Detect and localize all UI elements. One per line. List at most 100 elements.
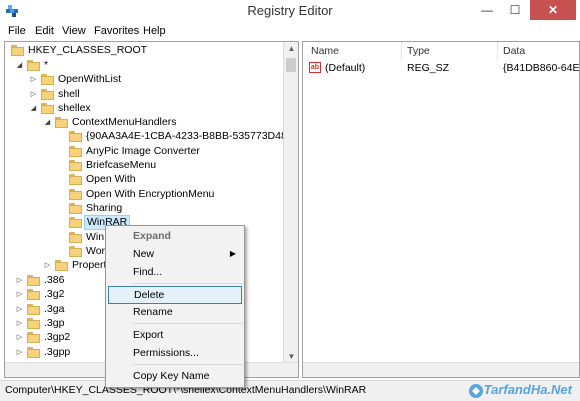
maximize-button[interactable]: ☐ [502,0,528,20]
folder-icon [27,289,40,300]
tree-node-label: Open With [86,173,136,185]
close-button[interactable]: ✕ [530,0,576,20]
context-menu-copy-key-name[interactable]: Copy Key Name [108,368,242,386]
column-header-type[interactable]: Type [407,45,430,57]
column-divider[interactable] [401,42,402,60]
tree-node-label: .386 [44,274,65,286]
watermark-logo-icon [469,384,483,398]
folder-open-icon [27,60,40,71]
tree-node-label: .3ga [44,303,65,315]
context-menu: Expand New ▶ Find... Delete Rename Export… [105,225,245,388]
context-menu-rename[interactable]: Rename [108,304,242,322]
menu-help[interactable]: Help [143,25,166,37]
scrollbar-thumb[interactable] [286,58,296,72]
tree-node-label: BriefcaseMenu [86,159,157,171]
tree-node-label: Wor [86,245,106,257]
tree-node-label: HKEY_CLASSES_ROOT [28,44,148,56]
collapsed-arrow-icon[interactable]: ▷ [29,87,38,102]
column-header-name[interactable]: Name [311,45,339,57]
tree-node-label: Propert [72,259,107,271]
submenu-arrow-icon: ▶ [229,249,236,258]
column-header-data[interactable]: Data [503,45,525,57]
folder-icon [41,74,54,85]
menu-file[interactable]: File [8,25,26,37]
tree-node-label: shellex [58,102,91,114]
menu-favorites[interactable]: Favorites [94,25,139,37]
folder-icon [27,332,40,343]
expanded-arrow-icon[interactable]: ◢ [43,115,52,130]
folder-icon [69,131,82,142]
folder-icon [69,174,82,185]
tree-node-label: OpenWithList [58,73,122,85]
context-menu-export[interactable]: Export [108,327,242,345]
value-name[interactable]: (Default) [325,62,365,74]
menu-separator [133,283,243,284]
values-list-pane[interactable]: Name Type Data ab (Default) REG_SZ {B41D… [302,41,580,378]
value-type[interactable]: REG_SZ [407,62,449,74]
folder-icon [41,89,54,100]
collapsed-arrow-icon[interactable]: ▷ [43,258,52,273]
folder-icon [69,189,82,200]
menu-item-label: New [133,248,155,260]
watermark-text: TarfandHa.Net [483,382,572,397]
menu-separator [133,323,243,324]
tree-node-label: .3gp2 [44,331,71,343]
tree-node-label: Open With EncryptionMenu [86,188,215,200]
folder-icon [69,146,82,157]
title-bar: Registry Editor — ☐ ✕ [0,0,580,23]
collapsed-arrow-icon[interactable]: ▷ [15,316,24,331]
scroll-up-arrow-icon[interactable]: ▲ [284,42,298,56]
context-menu-new[interactable]: New ▶ [108,246,242,264]
menu-edit[interactable]: Edit [35,25,54,37]
tree-vertical-scrollbar[interactable]: ▲ ▼ [283,42,298,364]
menu-item-label: Export [133,329,164,341]
folder-icon [27,318,40,329]
folder-icon [55,260,68,271]
folder-icon [69,160,82,171]
folder-open-icon [55,117,68,128]
folder-icon [27,304,40,315]
tree-node-label: ContextMenuHandlers [72,116,177,128]
folder-icon [69,217,82,228]
list-horizontal-scrollbar[interactable] [303,362,579,377]
expanded-arrow-icon[interactable]: ◢ [15,58,24,73]
collapsed-arrow-icon[interactable]: ▷ [15,345,24,360]
collapsed-arrow-icon[interactable]: ▷ [15,287,24,302]
tree-node-label: shell [58,88,80,100]
collapsed-arrow-icon[interactable]: ▷ [15,273,24,288]
menu-item-label: Copy Key Name [133,370,210,382]
menu-item-label: Permissions... [133,347,199,359]
context-menu-expand[interactable]: Expand [108,228,242,246]
folder-icon [27,275,40,286]
minimize-button[interactable]: — [474,0,500,20]
folder-open-icon [41,103,54,114]
context-menu-permissions[interactable]: Permissions... [108,345,242,363]
folder-icon [27,347,40,358]
collapsed-arrow-icon[interactable]: ▷ [29,72,38,87]
context-menu-find[interactable]: Find... [108,264,242,282]
context-menu-delete[interactable]: Delete [108,286,242,304]
collapsed-arrow-icon[interactable]: ▷ [15,302,24,317]
tree-node-label: .3gpp [44,346,71,358]
tree-node-label: AnyPic Image Converter [86,145,200,157]
menu-separator [133,364,243,365]
menu-bar: File Edit View Favorites Help [0,23,580,41]
tree-node-label: .3gp [44,317,65,329]
collapsed-arrow-icon[interactable]: ▷ [15,330,24,345]
string-value-icon: ab [309,62,321,73]
tree-node-label: {90AA3A4E-1CBA-4233-B8BB-535773D48449} [86,130,299,142]
value-data[interactable]: {B41DB860-64E4- [503,62,579,74]
folder-icon [69,232,82,243]
status-bar: Computer\HKEY_CLASSES_ROOT\*\shellex\Con… [0,380,580,401]
tree-node-label: Win [86,231,105,243]
expanded-arrow-icon[interactable]: ◢ [29,101,38,116]
menu-item-label: Expand [133,230,171,242]
folder-icon [69,246,82,257]
menu-item-label: Delete [134,289,165,301]
menu-view[interactable]: View [62,25,86,37]
column-divider[interactable] [497,42,498,60]
tree-node-label: Sharing [86,202,123,214]
tree-node-label: * [44,59,49,71]
folder-icon [69,203,82,214]
folder-open-icon [11,45,24,56]
